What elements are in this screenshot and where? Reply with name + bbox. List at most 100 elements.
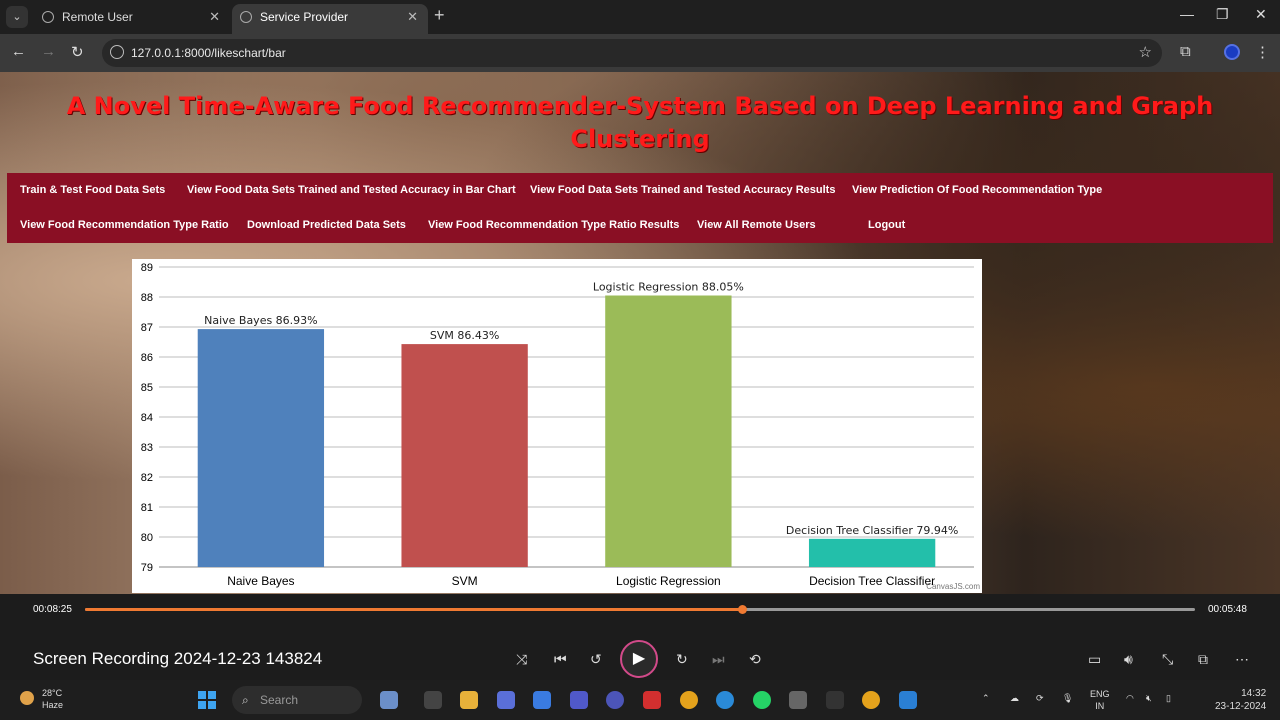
language-region: IN	[1095, 701, 1105, 711]
address-url[interactable]: 127.0.0.1:8000/likeschart/bar	[131, 46, 286, 60]
captions-icon[interactable]: ▭	[1088, 651, 1101, 668]
nav-type-ratio-results[interactable]: View Food Recommendation Type Ratio Resu…	[428, 219, 679, 231]
close-tab-icon[interactable]: ✕	[209, 4, 220, 30]
main-navbar: Train & Test Food Data Sets View Food Da…	[7, 173, 1273, 243]
bar-1	[401, 344, 528, 567]
search-icon: ⌕	[242, 693, 249, 707]
seek-bar[interactable]	[85, 605, 1195, 614]
new-tab-icon[interactable]: +	[434, 5, 445, 26]
cloud-icon[interactable]: ☁	[1010, 692, 1019, 704]
nav-accuracy-bar-chart[interactable]: View Food Data Sets Trained and Tested A…	[187, 184, 516, 196]
menu-dots-icon[interactable]: ⋮	[1255, 43, 1270, 61]
globe-icon	[42, 11, 54, 23]
repeat-icon[interactable]: ⟲	[749, 651, 761, 668]
chrome-icon[interactable]	[862, 691, 880, 709]
y-tick-label: 81	[141, 502, 153, 514]
tab-remote-user[interactable]: Remote User ✕	[34, 4, 230, 34]
nav-download-predicted[interactable]: Download Predicted Data Sets	[247, 219, 406, 231]
chart-credit[interactable]: CanvasJS.com	[926, 582, 980, 591]
language-indicator[interactable]: ENG IN	[1090, 688, 1110, 712]
wifi-icon[interactable]: ◠	[1126, 692, 1134, 704]
site-info-icon[interactable]	[110, 45, 124, 59]
rewind-10-icon[interactable]: ↺	[590, 651, 602, 668]
minimize-icon[interactable]: —	[1180, 6, 1194, 22]
seek-handle[interactable]	[738, 605, 748, 614]
app-icon[interactable]	[497, 691, 515, 709]
windows-start-icon[interactable]	[198, 691, 216, 709]
y-tick-label: 84	[141, 412, 153, 424]
y-tick-label: 89	[141, 262, 153, 274]
volume-mute-icon[interactable]: 🔇︎	[1146, 692, 1152, 704]
close-tab-icon[interactable]: ✕	[407, 4, 418, 30]
bar-2	[605, 295, 732, 567]
tab-service-provider[interactable]: Service Provider ✕	[232, 4, 428, 34]
nav-remote-users[interactable]: View All Remote Users	[697, 219, 816, 231]
y-tick-label: 85	[141, 382, 153, 394]
language-code: ENG	[1090, 689, 1110, 699]
play-button[interactable]: ▶	[620, 640, 658, 678]
data-label: Decision Tree Classifier 79.94%	[786, 524, 958, 537]
weather-icon[interactable]	[20, 691, 34, 705]
x-tick-label: SVM	[452, 574, 478, 588]
bookmark-star-icon[interactable]: ☆	[1139, 43, 1152, 61]
shuffle-icon[interactable]: ⤨	[516, 651, 527, 668]
nav-train-test[interactable]: Train & Test Food Data Sets	[20, 184, 165, 196]
data-label: Logistic Regression 88.05%	[593, 281, 744, 294]
terminal-icon[interactable]	[826, 691, 844, 709]
weather-widget[interactable]: 28°C Haze	[42, 687, 63, 711]
sync-icon[interactable]: ⟳	[1036, 692, 1044, 704]
volume-icon[interactable]: 🔊︎	[1124, 651, 1133, 668]
app-icon[interactable]	[606, 691, 624, 709]
nav-prediction-type[interactable]: View Prediction Of Food Recommendation T…	[852, 184, 1102, 196]
task-view-icon[interactable]	[424, 691, 442, 709]
elapsed-time: 00:08:25	[33, 604, 72, 615]
fullscreen-exit-icon[interactable]: ⤡	[1162, 651, 1173, 668]
page-title: A Novel Time-Aware Food Recommender-Syst…	[66, 92, 1214, 153]
y-tick-label: 88	[141, 292, 153, 304]
data-label: Naive Bayes 86.93%	[204, 314, 318, 327]
restore-icon[interactable]: ❐	[1216, 6, 1229, 23]
whatsapp-icon[interactable]	[753, 691, 771, 709]
nav-accuracy-results[interactable]: View Food Data Sets Trained and Tested A…	[530, 184, 835, 196]
forward-icon[interactable]: →	[41, 43, 56, 60]
taskbar-clock[interactable]: 14:32 23-12-2024	[1215, 687, 1266, 713]
forward-30-icon[interactable]: ↻	[676, 651, 688, 668]
taskbar: 28°C Haze ⌕ Search ⌃ ☁ ⟳ 🎙︎ ENG IN ◠ 🔇︎ …	[0, 680, 1280, 720]
bar-3	[808, 538, 936, 567]
file-explorer-icon[interactable]	[460, 691, 478, 709]
battery-icon[interactable]: ▯	[1166, 692, 1171, 704]
y-tick-label: 80	[141, 532, 153, 544]
mini-player-icon[interactable]: ⧉	[1198, 651, 1208, 668]
youtube-icon[interactable]	[643, 691, 661, 709]
back-icon[interactable]: ←	[11, 43, 26, 60]
nav-type-ratio[interactable]: View Food Recommendation Type Ratio	[20, 219, 229, 231]
app-icon[interactable]	[789, 691, 807, 709]
weather-temp: 28°C	[42, 688, 63, 698]
tab-title: Remote User	[62, 10, 133, 24]
chrome-icon[interactable]	[680, 691, 698, 709]
extensions-icon[interactable]: ⧉	[1180, 43, 1191, 60]
accuracy-bar-chart: 79 80 81 82 83 84 85 86 87 88 89 Naive Bayes 86.93%…	[132, 259, 982, 593]
tray-chevron-icon[interactable]: ⌃	[982, 692, 990, 704]
teams-icon[interactable]	[570, 691, 588, 709]
microphone-icon[interactable]: 🎙︎	[1062, 692, 1073, 704]
reload-icon[interactable]: ↻	[71, 43, 84, 61]
nav-logout[interactable]: Logout	[868, 219, 905, 231]
store-icon[interactable]	[533, 691, 551, 709]
tab-search-icon[interactable]: ⌄	[6, 6, 28, 28]
taskbar-search[interactable]: ⌕ Search	[232, 686, 362, 714]
search-placeholder: Search	[260, 693, 299, 707]
vscode-icon[interactable]	[899, 691, 917, 709]
clock-time: 14:32	[1241, 688, 1267, 699]
next-icon[interactable]: ⏭	[712, 651, 725, 668]
y-tick-label: 87	[141, 322, 153, 334]
y-tick-label: 79	[141, 562, 153, 574]
more-options-icon[interactable]: ⋯	[1235, 651, 1249, 668]
copilot-icon[interactable]	[380, 691, 398, 709]
profile-avatar[interactable]	[1224, 44, 1240, 60]
edge-icon[interactable]	[716, 691, 734, 709]
x-tick-label: Naive Bayes	[227, 574, 294, 588]
previous-icon[interactable]: ⏮	[554, 651, 567, 668]
address-bar[interactable]: 127.0.0.1:8000/likeschart/bar ☆	[102, 39, 1162, 67]
close-window-icon[interactable]: ✕	[1255, 6, 1267, 23]
